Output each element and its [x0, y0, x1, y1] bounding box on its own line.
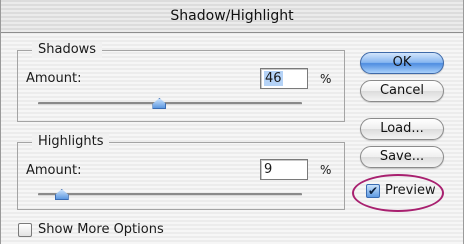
highlights-group: Highlights Amount: 9 %: [17, 134, 345, 210]
shadow-highlight-dialog: Shadow/Highlight Shadows Amount: 46 % Hi…: [0, 0, 464, 244]
shadows-group: Shadows Amount: 46 %: [17, 42, 345, 122]
highlights-slider-track[interactable]: [38, 193, 302, 196]
ok-button[interactable]: OK: [360, 52, 444, 74]
load-button[interactable]: Load...: [360, 118, 444, 140]
shadows-amount-input[interactable]: 46: [260, 68, 308, 89]
save-button[interactable]: Save...: [360, 146, 444, 168]
highlights-amount-value: 9: [264, 162, 273, 177]
shadows-percent-unit: %: [320, 72, 332, 86]
shadows-group-label: Shadows: [32, 42, 103, 58]
highlights-slider-thumb[interactable]: [54, 189, 69, 200]
shadows-amount-label: Amount:: [26, 71, 82, 86]
preview-checkbox[interactable]: ✔: [366, 184, 380, 198]
highlights-amount-input[interactable]: 9: [260, 159, 308, 180]
cancel-button[interactable]: Cancel: [360, 80, 444, 102]
window-title: Shadow/Highlight: [1, 0, 463, 33]
preview-label[interactable]: Preview: [385, 183, 436, 198]
shadows-slider-track[interactable]: [38, 102, 302, 105]
highlights-amount-label: Amount:: [26, 163, 82, 178]
highlights-group-label: Highlights: [32, 134, 110, 150]
shadows-amount-value: 46: [264, 71, 283, 86]
shadows-slider-thumb[interactable]: [152, 98, 167, 109]
show-more-options-label[interactable]: Show More Options: [38, 222, 164, 237]
highlights-percent-unit: %: [320, 163, 332, 177]
show-more-options-checkbox[interactable]: [18, 223, 32, 237]
